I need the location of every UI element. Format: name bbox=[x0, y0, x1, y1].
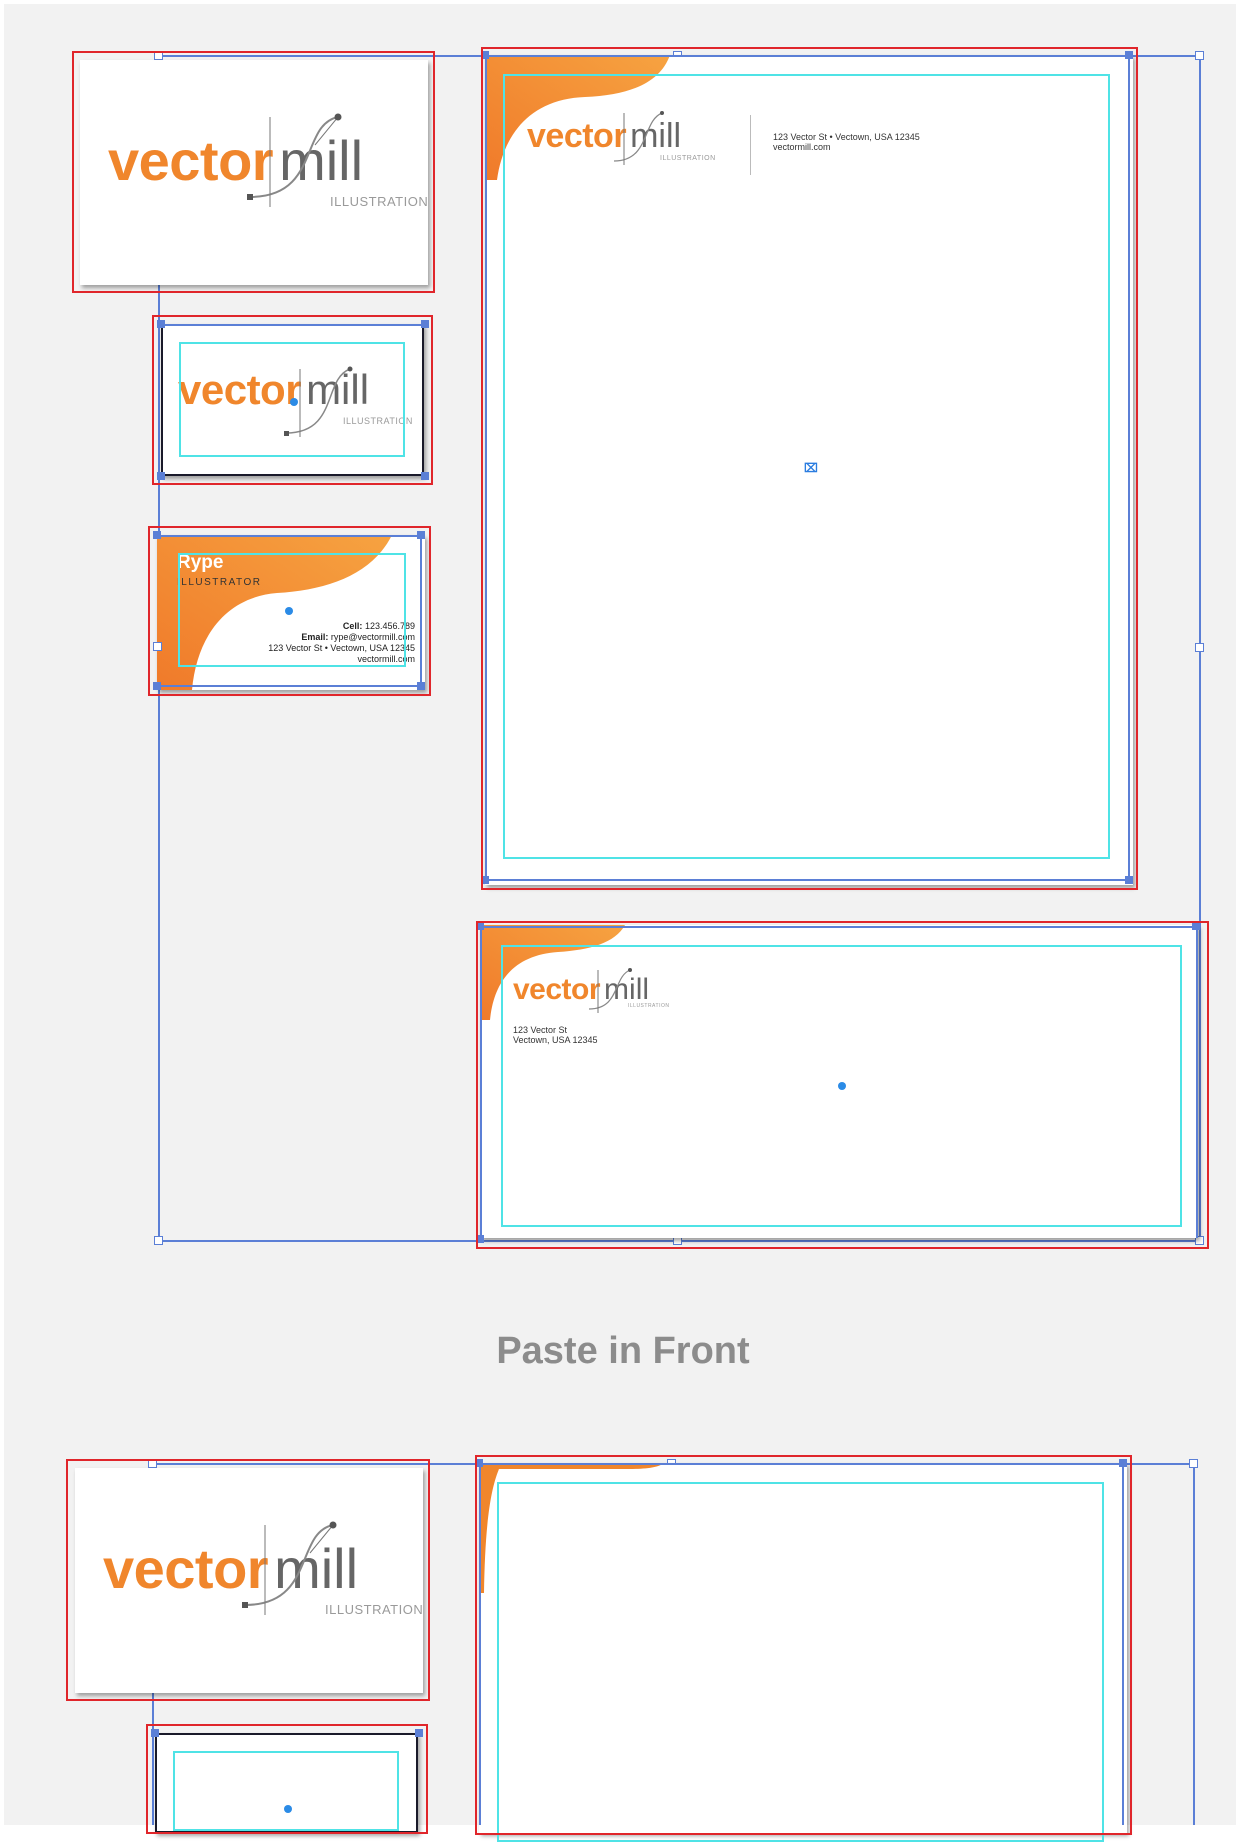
pasted-letterhead-artboard[interactable] bbox=[479, 1463, 1127, 1833]
card-front-handle-bl[interactable] bbox=[157, 472, 165, 480]
pasted-card-handle-tr[interactable] bbox=[415, 1729, 423, 1737]
envelope-handle-bl[interactable] bbox=[476, 1235, 484, 1243]
logo-artboard[interactable]: vector mill ILLUSTRATION bbox=[80, 60, 428, 285]
envelope-artboard[interactable]: vector mill ILLUSTRATION 123 Vector St Ve… bbox=[480, 925, 1198, 1238]
pasted-logo-curve-icon bbox=[242, 1521, 337, 1615]
envelope-center-point bbox=[838, 1082, 846, 1090]
card-contact-block: Cell: 123.456.789 Email: rype@vectormill… bbox=[268, 621, 415, 665]
letterhead-logo-curve-icon bbox=[613, 111, 664, 165]
card-cell-value: 123.456.789 bbox=[364, 621, 415, 631]
step-caption: Paste in Front bbox=[496, 1330, 750, 1372]
business-card-handle-br[interactable] bbox=[417, 682, 425, 690]
logo-curve-path-icon bbox=[247, 113, 342, 207]
letterhead-handle-tr[interactable] bbox=[1125, 51, 1133, 59]
card-email-label: Email: bbox=[301, 632, 329, 642]
card-name: Rype bbox=[177, 552, 224, 573]
letterhead-address: 123 Vector St • Vectown, USA 12345 bbox=[773, 132, 920, 142]
canvas-top-edge bbox=[0, 0, 1246, 4]
letterhead-handle-tl[interactable] bbox=[481, 51, 489, 59]
canvas-right-edge bbox=[1236, 0, 1246, 1825]
business-card-handle-tr[interactable] bbox=[417, 531, 425, 539]
letterhead-handle-bl[interactable] bbox=[481, 876, 489, 884]
bbox-handle-tl[interactable] bbox=[154, 51, 163, 60]
letterhead-center-point-icon: ⌧ bbox=[804, 461, 818, 475]
pasted-card-artboard[interactable] bbox=[155, 1733, 418, 1833]
pasted-logo-artboard[interactable]: vector mill ILLUSTRATION bbox=[75, 1468, 423, 1693]
letterhead-divider bbox=[750, 115, 751, 175]
group2-handle-tl[interactable] bbox=[148, 1459, 157, 1468]
envelope-handle-tl[interactable] bbox=[476, 922, 484, 930]
card-front-handle-br[interactable] bbox=[421, 472, 429, 480]
card-role: ILLUSTRATOR bbox=[177, 577, 262, 588]
business-card-center-point bbox=[285, 607, 293, 615]
envelope-address-line1: 123 Vector St bbox=[513, 1025, 568, 1035]
card-front-handle-tr[interactable] bbox=[421, 320, 429, 328]
card-website: vectormill.com bbox=[357, 654, 415, 664]
envelope-return-address: 123 Vector St Vectown, USA 12345 bbox=[513, 1025, 598, 1045]
card-address: 123 Vector St • Vectown, USA 12345 bbox=[268, 643, 415, 653]
business-card-handle-ml[interactable] bbox=[153, 642, 162, 651]
letterhead-handle-br[interactable] bbox=[1125, 876, 1133, 884]
envelope-address-line2: Vectown, USA 12345 bbox=[513, 1035, 598, 1045]
card-cell-label: Cell: bbox=[342, 621, 363, 631]
business-card-handle-tl[interactable] bbox=[153, 531, 161, 539]
card-front-center-point bbox=[290, 398, 298, 406]
envelope-logo-curve-icon bbox=[588, 968, 632, 1013]
illustrator-canvas: vector mill ILLUSTRATION vector mill ILLUS… bbox=[0, 0, 1246, 1842]
card-email-value: rype@vectormill.com bbox=[330, 632, 415, 642]
letterhead-address-block: 123 Vector St • Vectown, USA 12345 vecto… bbox=[773, 132, 920, 152]
pasted-letterhead-swoosh-icon bbox=[479, 1463, 664, 1593]
card-front-handle-tl[interactable] bbox=[157, 320, 165, 328]
canvas-left-edge bbox=[0, 0, 4, 1825]
pasted-card-handle-tl[interactable] bbox=[151, 1729, 159, 1737]
letterhead-website: vectormill.com bbox=[773, 142, 831, 152]
bbox-handle-bl[interactable] bbox=[154, 1236, 163, 1245]
group2-handle-tr[interactable] bbox=[1189, 1459, 1198, 1468]
envelope-handle-tr[interactable] bbox=[1192, 922, 1200, 930]
pasted-card-center-point bbox=[284, 1805, 292, 1813]
pasted-letterhead-handle-tr[interactable] bbox=[1119, 1459, 1127, 1467]
pasted-letterhead-handle-tl[interactable] bbox=[475, 1459, 483, 1467]
business-card-handle-bl[interactable] bbox=[153, 682, 161, 690]
bbox-handle-mr[interactable] bbox=[1195, 643, 1204, 652]
bbox-handle-tr[interactable] bbox=[1195, 51, 1204, 60]
